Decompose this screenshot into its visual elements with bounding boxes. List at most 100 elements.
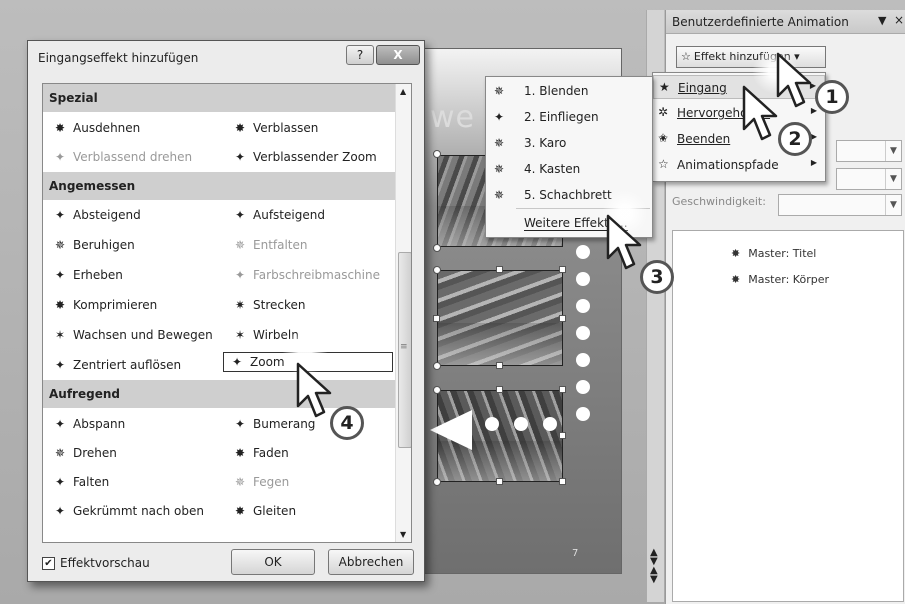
- effect-star-icon: ✦: [234, 208, 246, 222]
- resize-handle[interactable]: [433, 386, 441, 394]
- effect-star-icon: ✸: [731, 247, 741, 260]
- resize-handle[interactable]: [433, 266, 441, 274]
- effect-item[interactable]: ✦ Verblassend drehen: [51, 150, 192, 164]
- effect-star-icon: ✵: [234, 475, 246, 489]
- resize-handle[interactable]: [496, 266, 503, 273]
- effect-item[interactable]: ✸ Gleiten: [231, 504, 296, 518]
- effect-item[interactable]: ✵ Beruhigen: [51, 238, 135, 252]
- scroll-up-icon[interactable]: ▲: [400, 87, 406, 96]
- exit-star-icon: ✬: [658, 131, 669, 145]
- resize-handle[interactable]: [433, 362, 441, 370]
- chevron-down-icon[interactable]: ▼: [885, 141, 901, 161]
- resize-handle[interactable]: [496, 478, 503, 485]
- effect-star-icon: ✸: [234, 121, 246, 135]
- property-dropdown[interactable]: ▼: [836, 168, 902, 190]
- effect-star-icon: ✸: [234, 504, 246, 518]
- resize-handle[interactable]: [559, 266, 566, 273]
- pane-options-icon[interactable]: ▼: [878, 14, 886, 27]
- scroll-down-icon[interactable]: ▼: [400, 530, 406, 539]
- resize-handle[interactable]: [559, 432, 566, 439]
- path-arrow-left-icon: [430, 410, 472, 450]
- resize-handle[interactable]: [433, 478, 441, 486]
- effect-item[interactable]: ✸ Ausdehnen: [51, 121, 140, 135]
- effect-star-icon: ✵: [54, 238, 66, 252]
- effect-item[interactable]: ✦ Absteigend: [51, 208, 141, 222]
- effect-star-icon: ✦: [234, 268, 246, 282]
- effect-star-icon: ✦: [54, 475, 66, 489]
- resize-handle[interactable]: [433, 315, 440, 322]
- effect-item[interactable]: ✦ Zentriert auflösen: [51, 358, 181, 372]
- effect-item[interactable]: ✷ Strecken: [231, 298, 306, 312]
- submenu-item-checkerboard[interactable]: ✵ 3. Karo: [486, 131, 652, 157]
- resize-handle[interactable]: [496, 362, 503, 369]
- list-scrollbar[interactable]: ▲ ≡ ▼: [395, 84, 411, 542]
- effect-star-icon: ✷: [234, 298, 246, 312]
- mouse-pointer-icon: [606, 214, 642, 270]
- effect-item[interactable]: ✦ Falten: [51, 475, 109, 489]
- effect-item[interactable]: ✵ Entfalten: [231, 238, 308, 252]
- effect-star-icon: ✦: [54, 268, 66, 282]
- submenu-item-box[interactable]: ✵ 4. Kasten: [486, 157, 652, 183]
- effect-star-icon: ✸: [54, 121, 66, 135]
- close-icon[interactable]: ×: [894, 13, 904, 27]
- category-header-exciting: Aufregend: [43, 380, 395, 408]
- effect-item[interactable]: ✦ Verblassender Zoom: [231, 150, 377, 164]
- effect-star-icon: ✦: [234, 417, 246, 431]
- effect-star-icon: ✦: [234, 150, 246, 164]
- path-dot: [576, 299, 590, 313]
- resize-handle[interactable]: [559, 386, 566, 393]
- effect-star-icon: ✶: [54, 328, 66, 342]
- effect-list[interactable]: Spezial ✸ Ausdehnen ✸ Verblassen ✦ Verblass…: [42, 83, 412, 543]
- effect-item[interactable]: ✸ Verblassen: [231, 121, 318, 135]
- preview-checkbox[interactable]: ✔: [42, 557, 55, 570]
- path-dot: [576, 380, 590, 394]
- chevron-down-icon[interactable]: ▼: [885, 195, 901, 215]
- preview-label[interactable]: Effektvorschau: [60, 556, 150, 570]
- ok-button[interactable]: OK: [231, 549, 315, 575]
- prev-next-slide-icon[interactable]: ▲ ▼ ▲ ▼: [650, 548, 658, 585]
- add-entrance-effect-dialog: Eingangseffekt hinzufügen ? X Spezial ✸ A…: [27, 40, 425, 582]
- path-dot: [543, 417, 557, 431]
- effect-item[interactable]: ✦ Aufsteigend: [231, 208, 325, 222]
- help-button[interactable]: ?: [346, 45, 374, 65]
- slide-photo-2[interactable]: [437, 270, 563, 366]
- effect-star-icon: ✵: [54, 446, 66, 460]
- step-badge: 3: [640, 260, 674, 294]
- effect-item[interactable]: ✶ Wachsen und Bewegen: [51, 328, 213, 342]
- effect-item[interactable]: ✦ Farbschreibmaschine: [231, 268, 380, 282]
- resize-handle[interactable]: [496, 386, 503, 393]
- list-item[interactable]: ✸ Master: Titel: [731, 247, 816, 260]
- chevron-down-icon[interactable]: ▼: [885, 169, 901, 189]
- slide-title[interactable]: we: [430, 100, 475, 135]
- effect-item[interactable]: ✸ Komprimieren: [51, 298, 157, 312]
- slide-number: 7: [572, 548, 579, 559]
- menu-item-motion-paths[interactable]: ☆ Animationspfade ▶: [653, 153, 825, 177]
- category-header-special: Spezial: [43, 84, 395, 112]
- effect-item[interactable]: ✵ Drehen: [51, 446, 117, 460]
- effect-item[interactable]: ✦ Abspann: [51, 417, 125, 431]
- resize-handle[interactable]: [433, 150, 441, 158]
- resize-handle[interactable]: [433, 244, 441, 252]
- effect-star-icon: ✦: [54, 150, 66, 164]
- start-dropdown[interactable]: ▼: [836, 140, 902, 162]
- submenu-item-blinds[interactable]: ✵ 1. Blenden: [486, 79, 652, 105]
- effect-star-icon: ✦: [54, 358, 66, 372]
- effect-item[interactable]: ✵ Fegen: [231, 475, 289, 489]
- step-badge: 2: [778, 122, 812, 156]
- resize-handle[interactable]: [559, 478, 566, 485]
- list-item[interactable]: ✸ Master: Körper: [731, 273, 829, 286]
- dialog-title: Eingangseffekt hinzufügen: [38, 51, 199, 65]
- speed-dropdown[interactable]: ▼: [778, 194, 902, 216]
- close-button[interactable]: X: [376, 45, 420, 65]
- entrance-star-icon: ★: [659, 80, 670, 94]
- effect-item[interactable]: ✦ Erheben: [51, 268, 123, 282]
- cancel-button[interactable]: Abbrechen: [328, 549, 414, 575]
- resize-handle[interactable]: [559, 315, 566, 322]
- step-badge: 4: [330, 406, 364, 440]
- box-icon: ✵: [494, 162, 505, 176]
- submenu-item-fly-in[interactable]: ✦ 2. Einfliegen: [486, 105, 652, 131]
- animation-list[interactable]: ✸ Master: Titel ✸ Master: Körper: [672, 230, 904, 602]
- effect-item[interactable]: ✦ Gekrümmt nach oben: [51, 504, 204, 518]
- path-dot: [514, 417, 528, 431]
- effect-item[interactable]: ✸ Faden: [231, 446, 289, 460]
